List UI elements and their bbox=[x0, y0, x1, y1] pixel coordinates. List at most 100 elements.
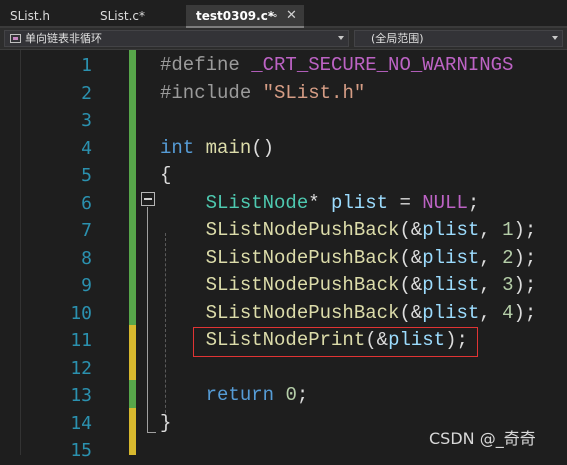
code-token: * bbox=[308, 191, 332, 214]
chevron-down-icon bbox=[552, 36, 558, 40]
tab-label: SList.h bbox=[10, 9, 51, 23]
code-line[interactable]: 11 SListNodePrint(&plist); bbox=[0, 327, 567, 355]
tab-slist-h[interactable]: SList.h bbox=[0, 5, 90, 27]
line-number: 3 bbox=[81, 110, 92, 131]
code-token: ); bbox=[513, 219, 537, 241]
code-token: ); bbox=[445, 329, 468, 351]
project-scope-dropdown[interactable]: 单向链表非循环 bbox=[4, 30, 349, 47]
code-line[interactable]: 13 return 0; bbox=[0, 382, 567, 410]
member-scope-label: (全局范围) bbox=[371, 32, 424, 45]
line-number: 1 bbox=[81, 55, 92, 76]
code-line[interactable]: 4 int main() bbox=[0, 135, 567, 163]
code-token: SListNodePushBack bbox=[205, 274, 400, 296]
code-token: , bbox=[479, 274, 503, 296]
line-number: 2 bbox=[81, 82, 92, 104]
line-number: 8 bbox=[81, 247, 92, 269]
close-icon[interactable]: ✕ bbox=[286, 5, 297, 27]
code-token: SListNodePushBack bbox=[205, 246, 400, 269]
code-line[interactable]: 6 SListNode* plist = NULL; bbox=[0, 190, 567, 218]
code-line[interactable]: 3 bbox=[0, 107, 567, 135]
code-token: 3 bbox=[502, 274, 514, 296]
code-token: ); bbox=[513, 301, 537, 324]
code-token: 0 bbox=[285, 384, 297, 406]
code-token: return bbox=[205, 384, 275, 406]
code-token: SListNodePushBack bbox=[205, 301, 400, 324]
line-number: 5 bbox=[81, 165, 92, 186]
line-number: 7 bbox=[81, 220, 92, 241]
code-line[interactable]: 8 SListNodePushBack(&plist, 2); bbox=[0, 245, 567, 273]
line-number: 14 bbox=[70, 412, 92, 434]
code-token: plist bbox=[388, 329, 446, 351]
code-line[interactable]: 1 #define _CRT_SECURE_NO_WARNINGS bbox=[0, 52, 567, 80]
code-token: 1 bbox=[502, 219, 514, 241]
code-line[interactable]: 7 SListNodePushBack(&plist, 1); bbox=[0, 217, 567, 245]
code-token: SListNodePushBack bbox=[205, 219, 400, 241]
code-editor[interactable]: 1 #define _CRT_SECURE_NO_WARNINGS 2 #includ… bbox=[0, 50, 567, 461]
member-scope-dropdown[interactable]: (全局范围) bbox=[354, 30, 563, 47]
code-token: #include bbox=[160, 81, 263, 104]
code-text: return 0; bbox=[160, 382, 309, 410]
tab-slist-c[interactable]: SList.c* bbox=[90, 5, 186, 27]
line-number: 10 bbox=[70, 302, 92, 324]
code-token: (& bbox=[399, 246, 423, 269]
code-token: _CRT_SECURE_NO_WARNINGS bbox=[251, 54, 514, 76]
code-token: int bbox=[160, 136, 195, 159]
code-token: () bbox=[251, 136, 275, 159]
code-text: SListNode* plist = NULL; bbox=[160, 190, 480, 218]
code-text: SListNodePushBack(&plist, 1); bbox=[160, 217, 537, 245]
code-token: { bbox=[160, 164, 172, 186]
code-token: main bbox=[205, 136, 252, 159]
code-line[interactable]: 9 SListNodePushBack(&plist, 3); bbox=[0, 272, 567, 300]
code-line[interactable]: 2 #include "SList.h" bbox=[0, 80, 567, 108]
line-number: 11 bbox=[70, 330, 92, 351]
code-text: SListNodePushBack(&plist, 3); bbox=[160, 272, 537, 300]
line-number: 6 bbox=[81, 192, 92, 214]
code-token: plist bbox=[422, 301, 480, 324]
line-number: 12 bbox=[70, 357, 92, 379]
code-token: plist bbox=[422, 274, 480, 296]
code-text: } bbox=[160, 410, 171, 438]
code-token: ; bbox=[296, 384, 309, 406]
line-number: 4 bbox=[81, 137, 92, 159]
code-token: } bbox=[160, 411, 172, 434]
pin-icon[interactable]: ⊸ bbox=[268, 5, 277, 27]
project-icon bbox=[10, 34, 21, 43]
document-tab-strip: SList.h SList.c* test0309.c* ⊸ ✕ bbox=[0, 0, 567, 28]
tab-test0309-c[interactable]: test0309.c* ⊸ ✕ bbox=[186, 5, 304, 27]
code-text: SListNodePrint(&plist); bbox=[160, 327, 468, 355]
tab-label: test0309.c* bbox=[196, 9, 275, 23]
code-token: ; bbox=[467, 191, 480, 214]
code-token: SListNode bbox=[205, 191, 309, 214]
code-token: SListNodePrint bbox=[205, 329, 366, 351]
project-scope-label: 单向链表非循环 bbox=[25, 32, 102, 45]
code-token: (& bbox=[365, 329, 389, 351]
code-token: ); bbox=[513, 246, 537, 269]
code-token: #define bbox=[160, 54, 252, 76]
change-marker bbox=[129, 380, 136, 408]
code-token: ); bbox=[513, 274, 537, 296]
code-token: "SList.h" bbox=[262, 81, 366, 104]
code-text: #define _CRT_SECURE_NO_WARNINGS bbox=[160, 52, 513, 80]
code-line[interactable]: 10 SListNodePushBack(&plist, 4); bbox=[0, 300, 567, 328]
chevron-down-icon bbox=[338, 36, 344, 40]
navigation-bar: 单向链表非循环 (全局范围) bbox=[0, 28, 567, 50]
code-token: (& bbox=[399, 301, 423, 324]
code-line[interactable]: 12 bbox=[0, 355, 567, 383]
code-token: 2 bbox=[502, 246, 514, 269]
code-token: plist bbox=[422, 219, 480, 241]
code-token: , bbox=[479, 246, 503, 269]
code-text: int main() bbox=[160, 135, 274, 163]
code-token: , bbox=[479, 301, 503, 324]
code-token: , bbox=[479, 219, 503, 241]
code-line[interactable]: 5{ bbox=[0, 162, 567, 190]
change-marker bbox=[129, 407, 136, 455]
change-marker bbox=[129, 325, 136, 380]
code-token: = bbox=[388, 191, 423, 214]
